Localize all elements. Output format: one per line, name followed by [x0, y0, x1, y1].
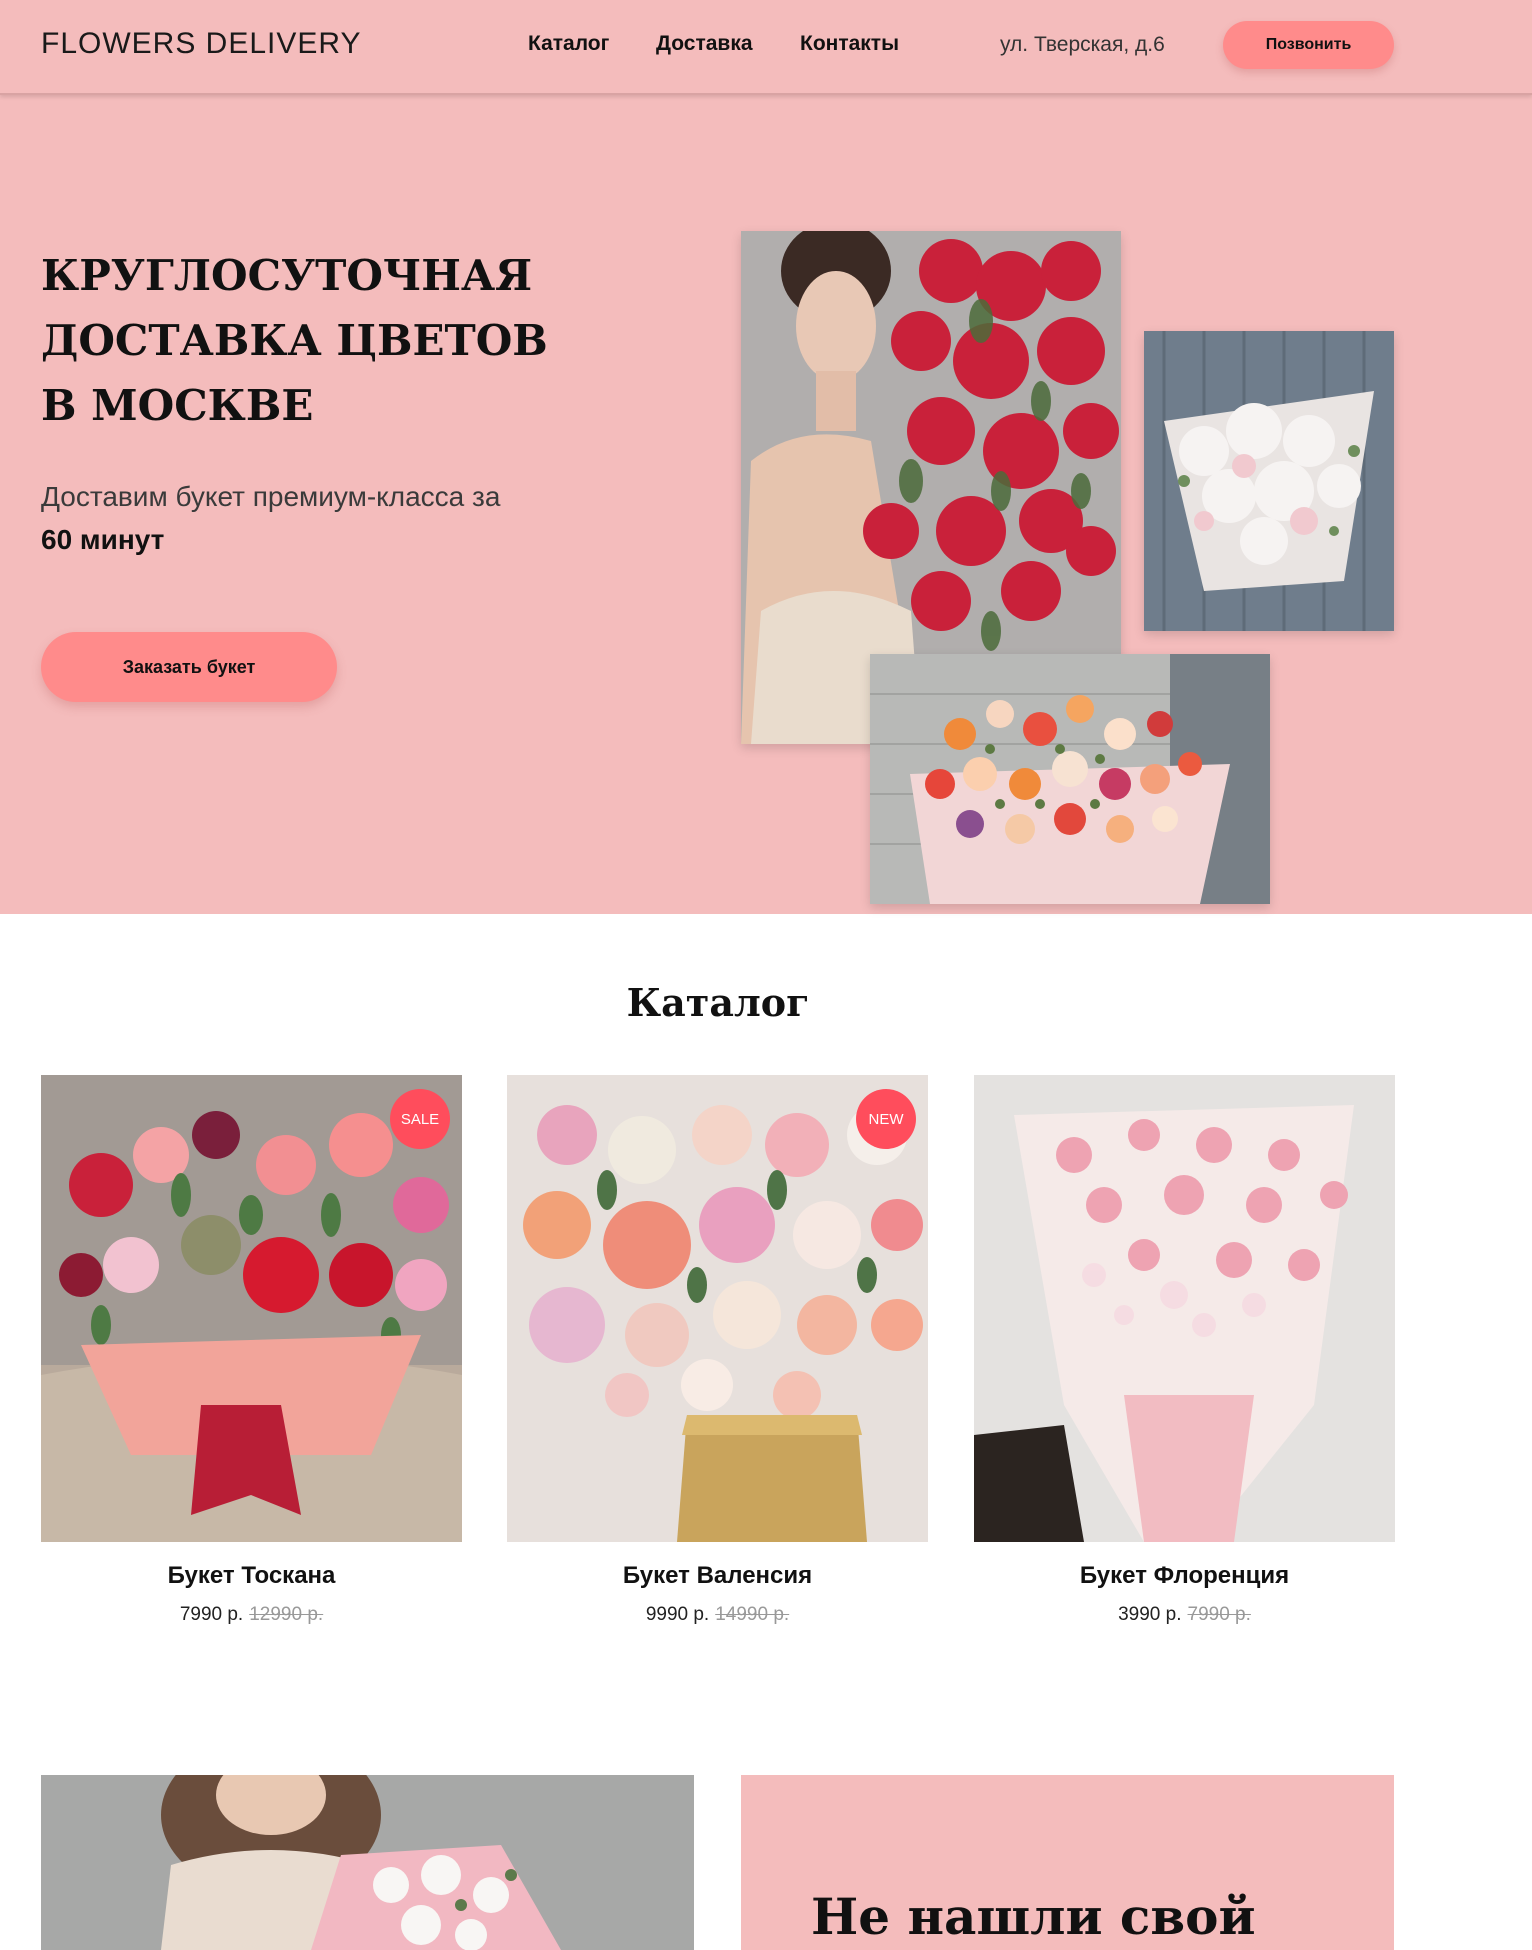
promo-title: Не нашли свой: [811, 1887, 1256, 1946]
store-address: ул. Тверская, д.6: [1000, 33, 1165, 56]
badge-sale: SALE: [390, 1089, 450, 1149]
old-price: 12990 р.: [249, 1604, 324, 1625]
current-price: 7990 р.: [179, 1604, 244, 1625]
old-price: 14990 р.: [715, 1604, 790, 1625]
nav-link-delivery[interactable]: Доставка: [656, 32, 753, 56]
hero-title: Круглосуточная доставка цветов в Москве: [41, 251, 548, 430]
hero-section: Круглосуточная доставка цветов в Москве …: [0, 95, 1532, 914]
nav-link-contacts[interactable]: Контакты: [800, 32, 899, 56]
site-header: FLOWERS DELIVERY Каталог Доставка Контак…: [0, 0, 1532, 95]
order-bouquet-button[interactable]: Заказать букет: [41, 632, 337, 702]
product-price: 9990 р. 14990 р.: [507, 1604, 928, 1626]
old-price: 7990 р.: [1187, 1604, 1251, 1625]
current-price: 9990 р.: [645, 1604, 710, 1625]
product-card[interactable]: NEW Букет Валенсия 9990 р. 14990 р.: [507, 1075, 928, 1626]
product-name[interactable]: Букет Валенсия: [507, 1562, 928, 1590]
product-image-florence[interactable]: [974, 1075, 1395, 1542]
product-name[interactable]: Букет Тоскана: [41, 1562, 462, 1590]
product-price: 7990 р. 12990 р.: [41, 1604, 462, 1626]
nav-link-catalog[interactable]: Каталог: [528, 32, 609, 56]
hero-photo-white-bouquet: [1144, 331, 1394, 631]
promo-block: Не нашли свой: [741, 1775, 1394, 1950]
hero-subtitle: Доставим букет премиум-класса за 60 мину…: [41, 475, 601, 561]
hero-subtitle-bold: 60 минут: [41, 524, 165, 555]
hero-subtitle-text: Доставим букет премиум-класса за: [41, 481, 501, 512]
hero-photo-mixed-bouquet: [870, 654, 1270, 904]
product-image-valencia[interactable]: NEW: [507, 1075, 928, 1542]
current-price: 3990 р.: [1118, 1604, 1182, 1625]
catalog-title: Каталог: [626, 980, 810, 1025]
call-button[interactable]: Позвонить: [1223, 21, 1394, 69]
product-card[interactable]: Букет Флоренция 3990 р. 7990 р.: [974, 1075, 1395, 1626]
product-image-toscana[interactable]: SALE: [41, 1075, 462, 1542]
bottom-photo-woman-bouquet: [41, 1775, 694, 1950]
product-card[interactable]: SALE Букет Тоскана 7990 р. 12990 р.: [41, 1075, 462, 1626]
product-price: 3990 р. 7990 р.: [974, 1604, 1395, 1626]
badge-new: NEW: [856, 1089, 916, 1149]
product-name[interactable]: Букет Флоренция: [974, 1562, 1395, 1590]
